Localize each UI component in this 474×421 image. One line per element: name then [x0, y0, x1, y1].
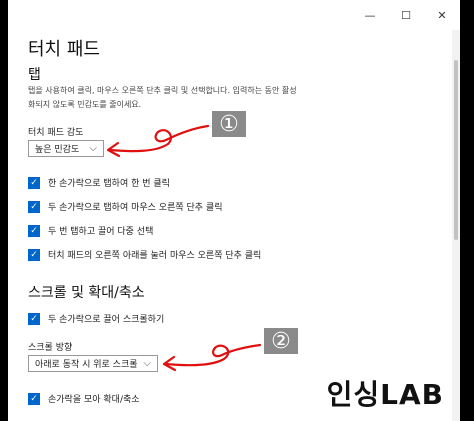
annotation-arrow-2	[162, 343, 262, 372]
watermark-logo: 인싱LAB	[326, 378, 444, 411]
annotation-arrows	[106, 124, 262, 372]
settings-window: — ☐ ✕ 터치 패드 탭 탭을 사용하여 클릭, 마우스 오른쪽 단추 클릭 …	[8, 0, 460, 421]
annotation-arrow-1	[106, 124, 210, 158]
